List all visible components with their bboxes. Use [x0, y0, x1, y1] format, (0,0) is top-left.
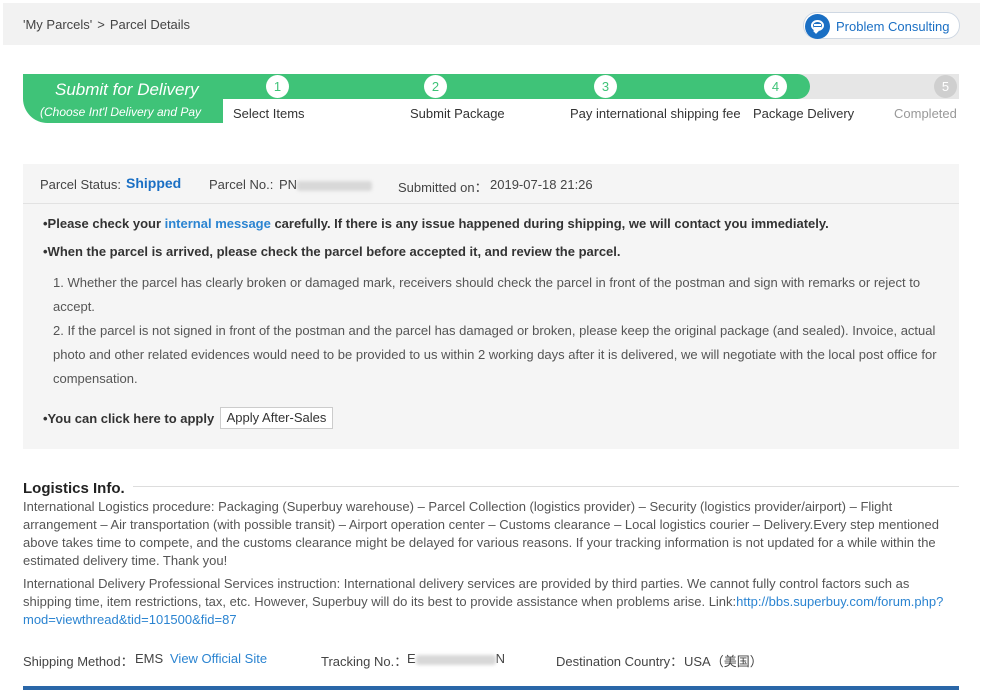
step-4-number: 4 [764, 75, 787, 98]
notice-point-2: 2. If the parcel is not signed in front … [53, 323, 937, 386]
notice-internal-message: •Please check your internal message care… [43, 216, 829, 231]
tracking-number-prefix: E [407, 651, 416, 666]
bottom-accent-bar [23, 686, 959, 690]
step-5-label: Completed [894, 106, 957, 121]
notice-point-1: 1. Whether the parcel has clearly broken… [53, 275, 921, 314]
tracking-number-value: EN [407, 651, 505, 666]
parcel-status-label: Parcel Status: [40, 177, 121, 192]
parcel-number-prefix: PN [279, 177, 298, 192]
submitted-on-value: 2019-07-18 21:26 [490, 177, 593, 192]
problem-consulting-label: Problem Consulting [836, 19, 950, 34]
view-official-site-link[interactable]: View Official Site [170, 651, 267, 666]
step-1-number: 1 [266, 75, 289, 98]
apply-label: •You can click here to apply [43, 411, 215, 426]
breadcrumb: 'My Parcels' > Parcel Details [23, 17, 190, 32]
step-3-number: 3 [594, 75, 617, 98]
destination-country-label: Destination Country： [556, 654, 684, 669]
logistics-title: Logistics Info. [23, 480, 125, 497]
notice-1-pre: •Please check your [43, 216, 165, 231]
internal-message-link[interactable]: internal message [165, 216, 271, 231]
step-2-number: 2 [424, 75, 447, 98]
step-4-label: Package Delivery [753, 106, 855, 121]
problem-consulting-button[interactable]: Problem Consulting [803, 12, 960, 39]
step-1-label: Select Items [233, 106, 305, 121]
parcel-number-label: Parcel No.: [209, 177, 274, 192]
submitted-on-label: Submitted on： [398, 180, 488, 195]
parcel-number-blurred [297, 180, 373, 191]
logistics-divider [133, 486, 959, 487]
step-2-label: Submit Package [410, 106, 505, 121]
step-3-label: Pay international shipping fee [570, 106, 741, 121]
breadcrumb-separator: > [97, 17, 105, 32]
progress-head-subtitle: (Choose Int'l Delivery and Pay [40, 105, 202, 119]
tracking-number-suffix: N [495, 651, 506, 666]
delivery-progress: Submit for Delivery (Choose Int'l Delive… [23, 74, 959, 124]
parcel-status-panel: Parcel Status: Shipped Parcel No.: PN Su… [23, 164, 959, 449]
shipping-method-value: EMS [135, 651, 164, 666]
progress-head-title: Submit for Delivery [55, 80, 199, 99]
progress-head: Submit for Delivery (Choose Int'l Delive… [23, 74, 223, 123]
logistics-instruction: International Delivery Professional Serv… [23, 575, 953, 629]
shipping-method-label: Shipping Method： [23, 654, 134, 669]
step-5-number: 5 [934, 75, 957, 98]
parcel-status-value: Shipped [126, 175, 182, 191]
tracking-number-blurred [415, 654, 496, 665]
destination-country-value: USA（美国） [684, 654, 763, 669]
breadcrumb-my-parcels[interactable]: 'My Parcels' [23, 17, 92, 32]
apply-after-sales-button[interactable]: Apply After-Sales [220, 407, 333, 429]
tracking-number-label: Tracking No.： [321, 654, 408, 669]
logistics-procedure: International Logistics procedure: Packa… [23, 499, 939, 568]
chat-bubble-icon [805, 14, 830, 39]
notice-check-parcel: •When the parcel is arrived, please chec… [43, 244, 621, 259]
top-bar: 'My Parcels' > Parcel Details Problem Cons… [3, 3, 980, 45]
parcel-number-value: PN [279, 177, 373, 192]
notice-1-post: carefully. If there is any issue happene… [270, 216, 829, 231]
breadcrumb-current: Parcel Details [109, 17, 191, 32]
parcel-status-row: Parcel Status: Shipped Parcel No.: PN Su… [23, 164, 959, 204]
